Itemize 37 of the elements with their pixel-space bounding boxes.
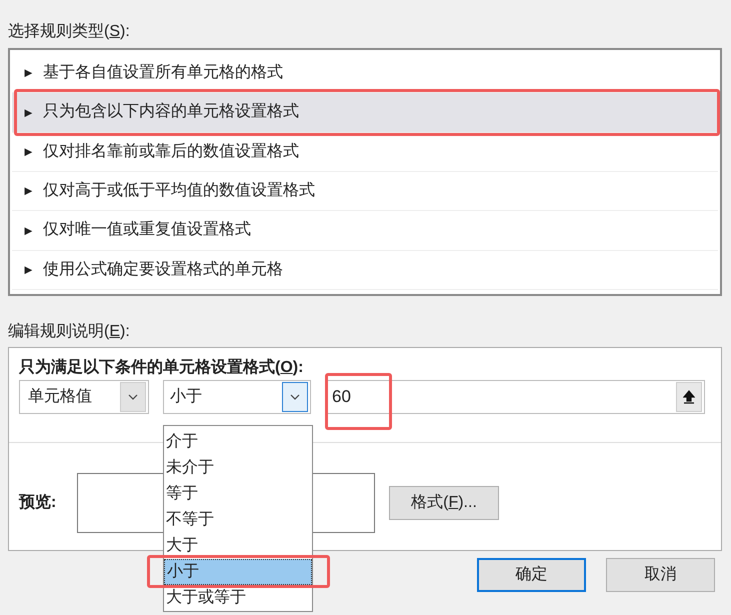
dropdown-option[interactable]: 不等于 xyxy=(164,507,312,533)
field-type-combo[interactable]: 单元格值 xyxy=(19,380,149,414)
operator-combo[interactable]: 小于 xyxy=(163,380,311,414)
expand-marker: ► xyxy=(22,222,35,240)
expand-marker: ► xyxy=(22,104,35,122)
dropdown-option[interactable]: 大于 xyxy=(164,533,312,559)
dropdown-option[interactable]: 大于或等于 xyxy=(164,585,312,611)
rule-type-text: 仅对高于或低于平均值的数值设置格式 xyxy=(42,180,315,202)
description-label: 编辑规则说明(E): xyxy=(8,322,131,342)
rule-type-text: 使用公式确定要设置格式的单元格 xyxy=(42,260,283,280)
dropdown-option[interactable]: 介于 xyxy=(164,429,312,455)
preview-label: 预览: xyxy=(19,492,58,513)
rule-type-item[interactable]: ► 仅对排名靠前或靠后的数值设置格式 xyxy=(12,132,718,172)
format-button[interactable]: 格式(F)... xyxy=(389,486,499,520)
expand-marker: ► xyxy=(22,261,35,280)
rule-type-text: 仅对唯一值或重复值设置格式 xyxy=(42,220,251,240)
collapse-dialog-button[interactable] xyxy=(676,382,702,412)
dialog-button[interactable]: 取消 xyxy=(606,558,715,592)
rule-type-item[interactable]: ► 只为包含以下内容的单元格设置格式 xyxy=(12,93,718,133)
dropdown-option[interactable]: 等于 xyxy=(164,481,312,507)
upload-arrow-icon xyxy=(683,390,695,404)
expand-marker: ► xyxy=(22,143,35,162)
rule-type-item[interactable]: ► 使用公式确定要设置格式的单元格 xyxy=(12,250,718,290)
dropdown-option[interactable]: 小于 xyxy=(164,559,312,585)
chevron-down-icon xyxy=(128,394,138,400)
dropdown-option[interactable]: 未介于 xyxy=(164,455,312,481)
rule-type-text: 只为包含以下内容的单元格设置格式 xyxy=(42,102,299,122)
dropdown-button[interactable] xyxy=(282,382,308,412)
rule-type-text: 仅对排名靠前或靠后的数值设置格式 xyxy=(42,142,299,162)
condition-title: 只为满足以下条件的单元格设置格式(O): xyxy=(19,358,304,378)
expand-marker: ► xyxy=(22,182,35,200)
expand-marker: ► xyxy=(22,64,35,82)
dialog-button[interactable]: 确定 xyxy=(477,558,586,592)
rule-type-text: 基于各自值设置所有单元格的格式 xyxy=(42,62,283,84)
chevron-down-icon xyxy=(290,394,300,400)
value-field[interactable]: 60 xyxy=(325,380,705,414)
rule-type-label: 选择规则类型(S): xyxy=(8,22,131,42)
